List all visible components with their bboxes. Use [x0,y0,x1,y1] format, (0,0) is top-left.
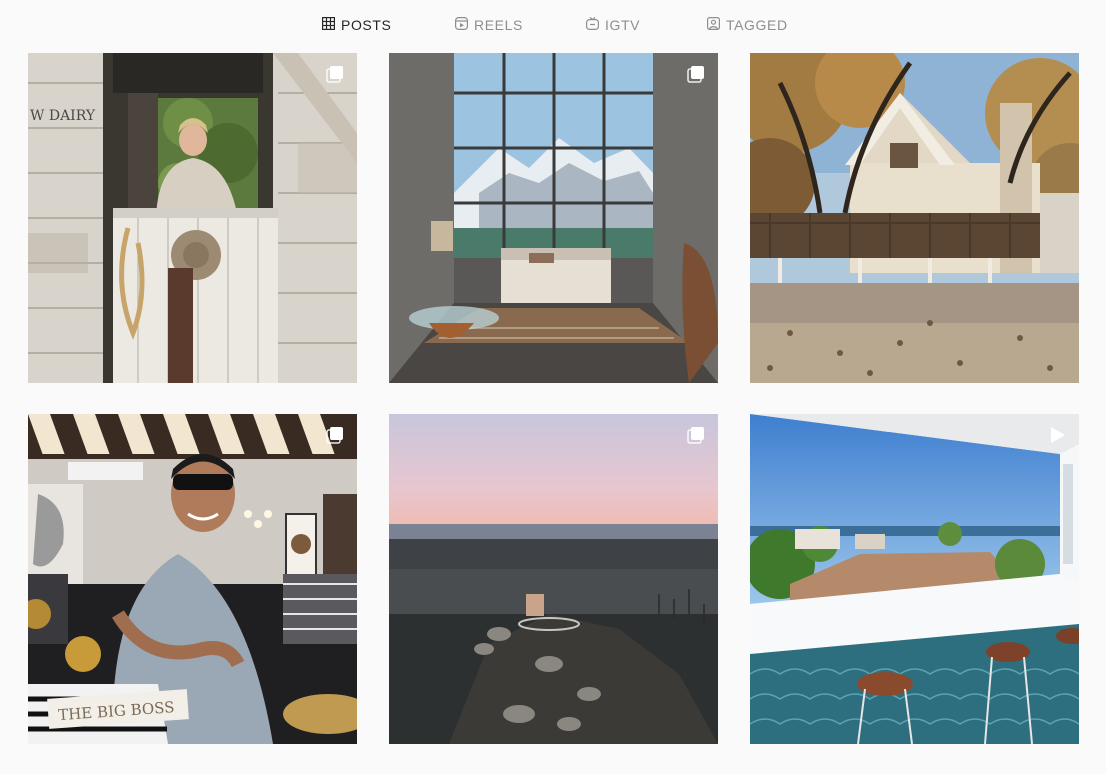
carousel-icon [686,425,706,445]
post-thumbnail[interactable] [389,53,718,383]
carousel-icon [325,425,345,445]
tab-label: TAGGED [726,17,788,33]
carousel-icon [686,64,706,84]
post-thumbnail[interactable] [750,414,1079,744]
tab-igtv[interactable]: IGTV [586,0,640,50]
tab-tagged[interactable]: TAGGED [707,0,788,50]
post-image [750,53,1079,383]
post-image [389,414,718,744]
tab-label: REELS [474,17,523,33]
sign-text: W DAIRY [30,108,96,124]
post-thumbnail[interactable] [389,414,718,744]
tab-reels[interactable]: REELS [455,0,523,50]
igtv-icon [586,16,600,33]
carousel-icon [325,64,345,84]
play-icon [1047,425,1067,445]
post-image [389,53,718,383]
post-thumbnail[interactable]: THE BIG BOSS [28,414,357,744]
post-image [750,414,1079,744]
tab-posts[interactable]: POSTS [322,0,391,50]
post-thumbnail[interactable] [750,53,1079,383]
profile-tabs: POSTS REELS IGTV TAGGED [0,0,1106,50]
post-thumbnail[interactable]: W DAIRY [28,53,357,383]
tab-label: POSTS [341,17,392,33]
tagged-icon [707,17,721,33]
tab-label: IGTV [605,17,641,33]
post-image: THE BIG BOSS [28,414,357,744]
grid-icon [322,17,336,33]
post-image: W DAIRY [28,53,357,383]
reels-icon [455,17,469,33]
